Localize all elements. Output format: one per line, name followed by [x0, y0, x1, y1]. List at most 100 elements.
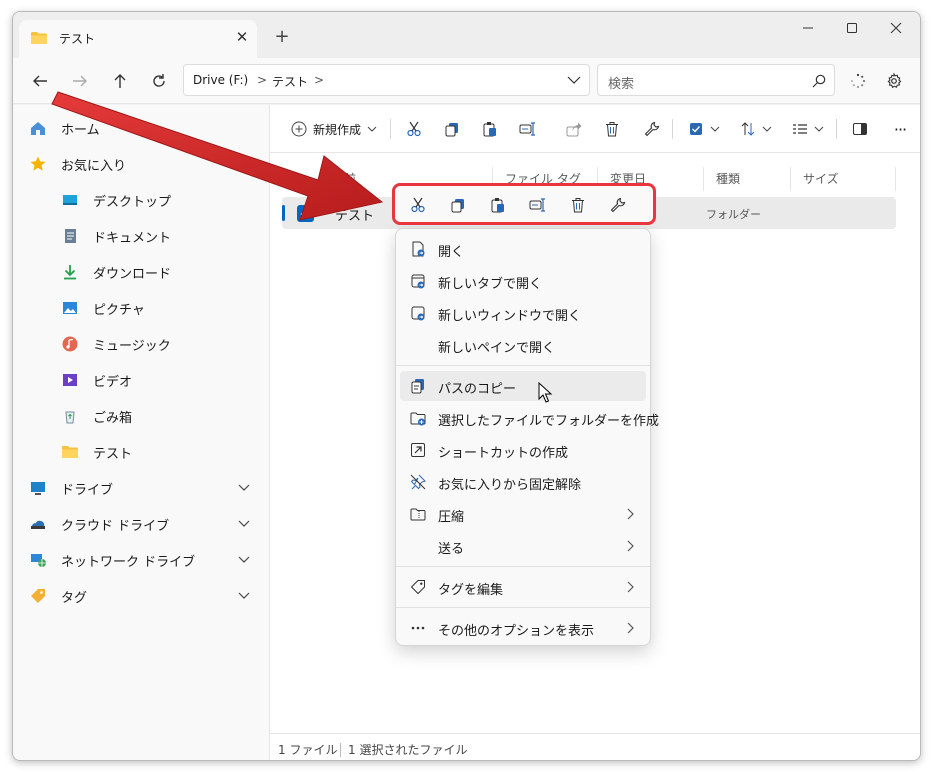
new-button[interactable]: 新規作成: [286, 117, 382, 141]
sidebar-item-tags[interactable]: タグ: [29, 581, 87, 611]
search-icon[interactable]: [812, 74, 826, 88]
copy-button[interactable]: [440, 117, 464, 141]
search-box[interactable]: 検索: [597, 64, 835, 96]
search-input[interactable]: 検索: [608, 73, 634, 92]
copy-icon: [445, 123, 458, 137]
delete-button[interactable]: [600, 117, 624, 141]
menu-item-open[interactable]: 開く: [400, 234, 646, 264]
share-icon: [566, 122, 582, 137]
column-size[interactable]: サイズ: [791, 167, 896, 191]
mouse-cursor-icon: [538, 382, 553, 403]
properties-button[interactable]: [640, 117, 664, 141]
sidebar-item-pictures[interactable]: ピクチャ: [61, 293, 145, 323]
menu-item-copy-path[interactable]: パスのコピー: [400, 371, 646, 401]
sidebar-item-favorites[interactable]: お気に入り: [29, 149, 126, 179]
menu-item-create-shortcut[interactable]: ショートカットの作成: [400, 435, 646, 465]
row-checkbox[interactable]: [297, 205, 314, 222]
context-menu: 開く 新しいタブで開く 新しいウィンドウで開く 新しいペインで開く パスのコピー…: [395, 228, 659, 646]
menu-divider: [396, 365, 650, 366]
forward-button[interactable]: [65, 66, 95, 96]
rename-button[interactable]: [516, 117, 540, 141]
sidebar-item-home[interactable]: ホーム: [29, 113, 100, 143]
open-icon: [410, 241, 426, 257]
menu-item-compress[interactable]: 圧縮: [400, 499, 646, 529]
chevron-down-icon[interactable]: [238, 473, 250, 503]
sidebar-item-drives[interactable]: ドライブ: [29, 473, 113, 503]
sidebar-item-label: ホーム: [61, 122, 100, 138]
menu-item-open-new-tab[interactable]: 新しいタブで開く: [400, 266, 646, 296]
quick-properties-button[interactable]: [607, 195, 629, 215]
breadcrumb-drive[interactable]: Drive (F:): [193, 73, 248, 87]
sidebar-item-desktop[interactable]: デスクトップ: [61, 185, 171, 215]
chevron-down-icon[interactable]: [238, 581, 250, 611]
menu-item-unpin-favorite[interactable]: お気に入りから固定解除: [400, 467, 646, 497]
chevron-down-icon[interactable]: [238, 509, 250, 539]
command-bar: 新規作成 ···: [270, 105, 920, 153]
back-button[interactable]: [25, 66, 55, 96]
sidebar-item-documents[interactable]: ドキュメント: [61, 221, 171, 251]
quick-cut-button[interactable]: [407, 195, 429, 215]
preview-pane-icon: [853, 123, 867, 135]
quick-rename-button[interactable]: [527, 195, 549, 215]
tab-test[interactable]: テスト ✕: [19, 20, 257, 58]
sidebar-item-music[interactable]: ミュージック: [61, 329, 171, 359]
quick-paste-button[interactable]: [487, 195, 509, 215]
sidebar-item-label: テスト: [93, 446, 133, 462]
paste-button[interactable]: [478, 117, 502, 141]
quick-delete-button[interactable]: [567, 195, 589, 215]
refresh-button[interactable]: [144, 66, 174, 96]
tab-title: テスト: [59, 32, 96, 46]
minimize-button[interactable]: [786, 14, 830, 42]
copy-icon: [451, 199, 464, 213]
more-options-button[interactable]: ···: [886, 117, 914, 141]
unpin-icon: [410, 474, 426, 490]
close-button[interactable]: [874, 14, 918, 42]
file-name[interactable]: テスト: [335, 205, 374, 224]
paste-icon: [483, 122, 496, 137]
title-bar: テスト ✕ +: [13, 12, 920, 58]
select-button[interactable]: [684, 117, 724, 141]
column-type[interactable]: 種類: [704, 167, 791, 191]
menu-item-open-new-pane[interactable]: 新しいペインで開く: [400, 330, 646, 360]
chevron-right-icon: [627, 508, 634, 520]
sidebar-item-network-drives[interactable]: ネットワーク ドライブ: [29, 545, 195, 575]
chevron-down-icon[interactable]: [567, 75, 581, 85]
up-button[interactable]: [105, 66, 135, 96]
quick-copy-button[interactable]: [447, 195, 469, 215]
menu-item-create-folder-with-selection[interactable]: 選択したファイルでフォルダーを作成: [400, 403, 659, 433]
menu-item-show-more-options[interactable]: その他のオプションを表示: [400, 613, 646, 643]
list-view-icon: [793, 124, 807, 134]
sort-button[interactable]: [736, 117, 776, 141]
sidebar-item-recycle-bin[interactable]: ごみ箱: [61, 401, 132, 431]
tag-icon: [410, 579, 426, 595]
copy-path-icon: [410, 378, 426, 394]
sidebar-item-downloads[interactable]: ダウンロード: [61, 257, 171, 287]
preview-pane-button[interactable]: [848, 117, 872, 141]
chevron-down-icon[interactable]: [238, 545, 250, 575]
menu-item-edit-tags[interactable]: タグを編集: [400, 572, 646, 602]
sidebar: ホーム お気に入り デスクトップ ドキュメント ダウンロード ピクチャ ミュージ…: [13, 105, 269, 760]
menu-item-label: 新しいペインで開く: [438, 341, 556, 356]
menu-item-label: パスのコピー: [438, 382, 517, 397]
menu-item-send-to[interactable]: 送る: [400, 531, 646, 561]
plus-circle-icon: [291, 121, 307, 137]
menu-item-open-new-window[interactable]: 新しいウィンドウで開く: [400, 298, 646, 328]
share-button[interactable]: [562, 117, 586, 141]
sidebar-item-cloud-drives[interactable]: クラウド ドライブ: [29, 509, 169, 539]
new-button-label: 新規作成: [312, 122, 361, 137]
new-tab-button[interactable]: +: [271, 26, 293, 48]
folder-icon: [61, 443, 79, 461]
breadcrumb-test[interactable]: テスト: [272, 73, 308, 90]
cut-button[interactable]: [402, 117, 426, 141]
tab-close-icon[interactable]: ✕: [231, 26, 253, 48]
maximize-button[interactable]: [830, 14, 874, 42]
sidebar-item-videos[interactable]: ビデオ: [61, 365, 132, 395]
settings-button[interactable]: [879, 66, 909, 96]
close-icon: [890, 22, 902, 34]
tag-icon: [29, 587, 47, 605]
address-bar[interactable]: Drive (F:) > テスト >: [183, 64, 590, 96]
sidebar-item-test[interactable]: テスト: [61, 437, 132, 467]
layout-button[interactable]: [788, 117, 828, 141]
sidebar-item-label: ピクチャ: [93, 302, 145, 318]
item-count: 1 ファイル: [278, 743, 338, 757]
